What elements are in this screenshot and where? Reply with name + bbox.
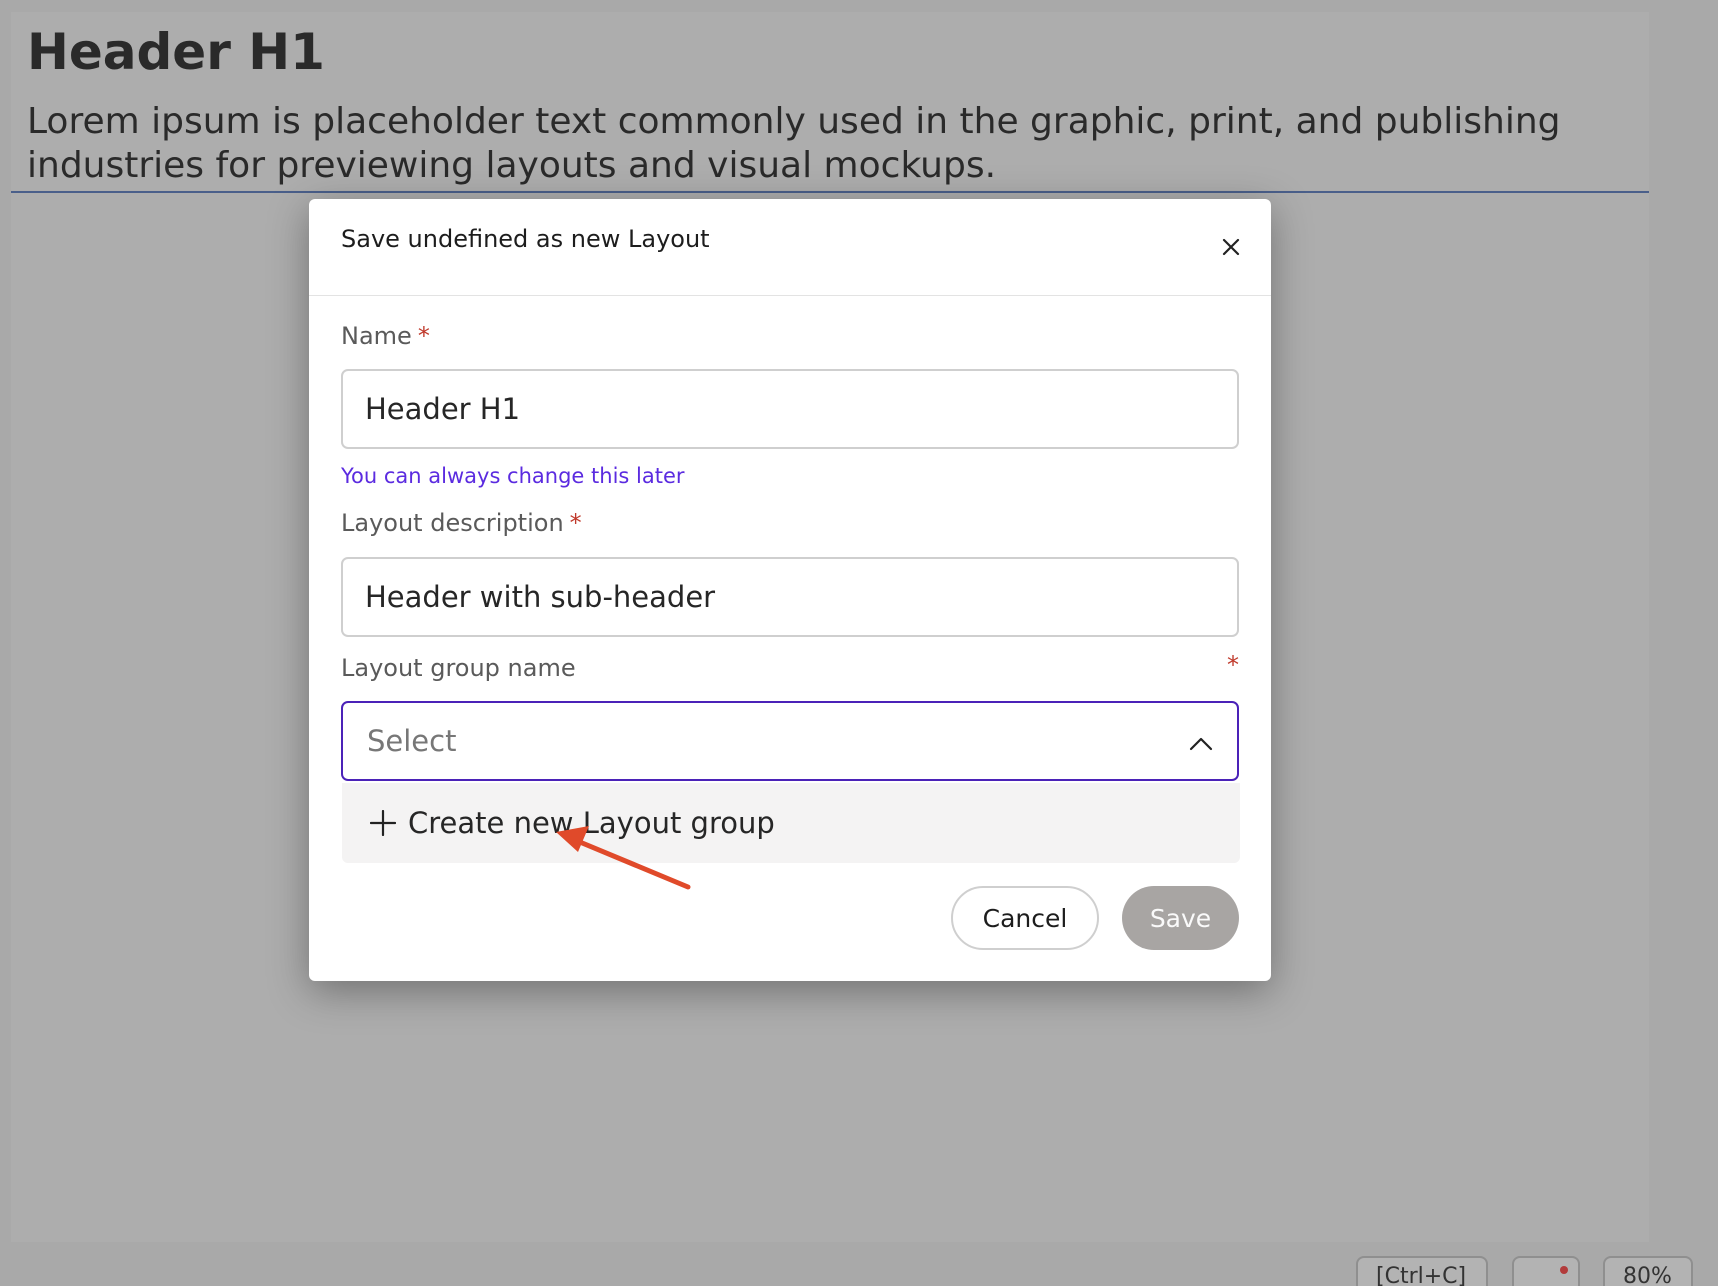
cancel-button[interactable]: Cancel — [951, 886, 1099, 950]
name-label: Name * — [341, 322, 430, 350]
name-input-value: Header H1 — [365, 392, 521, 426]
modal-header: Save undefined as new Layout — [309, 199, 1271, 296]
background-paragraph: Lorem ipsum is placeholder text commonly… — [27, 101, 1561, 186]
group-required-asterisk: * — [1227, 651, 1239, 679]
group-label-text: Layout group name — [341, 654, 576, 682]
plus-icon — [370, 810, 396, 836]
background-header-block: Header H1 Lorem ipsum is placeholder tex… — [27, 22, 1647, 188]
name-label-text: Name — [341, 322, 412, 350]
name-input[interactable]: Header H1 — [341, 369, 1239, 449]
chevron-up-icon — [1189, 724, 1213, 758]
notification-dot — [1560, 1266, 1568, 1274]
zoom-level-button[interactable]: 80% — [1603, 1256, 1693, 1286]
bottom-icon-button[interactable] — [1512, 1256, 1580, 1286]
description-input[interactable]: Header with sub-header — [341, 557, 1239, 637]
background-divider — [11, 191, 1649, 193]
name-hint: You can always change this later — [341, 464, 685, 488]
save-button[interactable]: Save — [1122, 886, 1239, 950]
close-icon[interactable] — [1217, 233, 1245, 261]
group-select-placeholder: Select — [367, 724, 457, 758]
required-asterisk: * — [569, 509, 582, 537]
description-label-text: Layout description — [341, 509, 564, 537]
required-asterisk: * — [417, 322, 430, 350]
group-label: Layout group name — [341, 654, 576, 682]
group-select[interactable]: Select — [341, 701, 1239, 781]
background-heading: Header H1 — [27, 23, 325, 81]
save-layout-modal: Save undefined as new Layout Name * Heade… — [309, 199, 1271, 981]
create-layout-group-label: Create new Layout group — [408, 806, 775, 840]
description-label: Layout description * — [341, 509, 582, 537]
bottom-shortcut-button[interactable]: [Ctrl+C] — [1356, 1256, 1488, 1286]
description-input-value: Header with sub-header — [365, 580, 716, 614]
modal-title: Save undefined as new Layout — [341, 225, 710, 253]
create-layout-group-option[interactable]: Create new Layout group — [342, 783, 1240, 863]
